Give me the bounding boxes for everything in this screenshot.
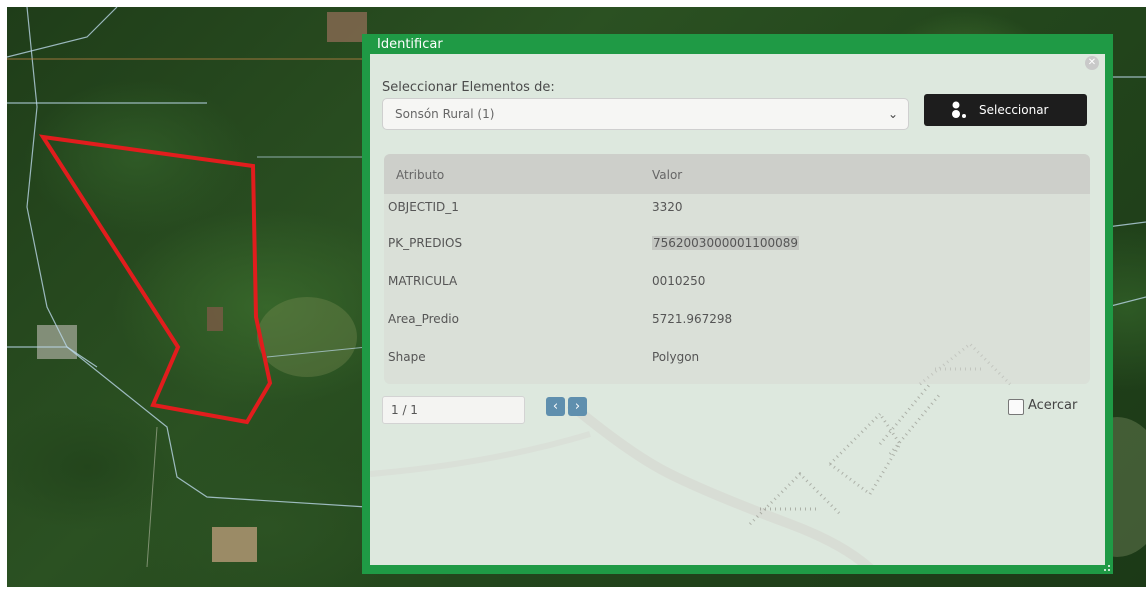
- attribute-name: MATRICULA: [388, 274, 458, 288]
- select-button-label: Seleccionar: [979, 103, 1049, 117]
- attribute-name: PK_PREDIOS: [388, 236, 463, 250]
- column-header-attribute: Atributo: [396, 168, 445, 182]
- selected-parcel-outline[interactable]: [38, 134, 273, 425]
- attribute-value: 5721.967298: [652, 312, 733, 326]
- identify-dialog: Identificar ✕ Seleccionar Elementos de: …: [362, 34, 1113, 574]
- close-icon[interactable]: ✕: [1085, 56, 1099, 70]
- layer-select-value: Sonsón Rural (1): [395, 107, 495, 121]
- attribute-table: Atributo Valor OBJECTID_1 3320 PK_PREDIO…: [384, 154, 1090, 384]
- table-row[interactable]: PK_PREDIOS 7562003000001100089: [384, 230, 1090, 266]
- chevron-down-icon: ⌄: [887, 107, 898, 121]
- table-row[interactable]: OBJECTID_1 3320: [384, 194, 1090, 230]
- chevron-left-icon: ‹: [552, 399, 559, 414]
- previous-page-button[interactable]: ‹: [546, 397, 565, 416]
- attribute-value: 3320: [652, 200, 683, 214]
- building-roof: [37, 325, 77, 359]
- parcel-boundary-line: [26, 7, 368, 508]
- field-clearing: [257, 297, 357, 377]
- attribute-value-selected: 7562003000001100089: [652, 236, 800, 250]
- chevron-right-icon: ›: [574, 399, 581, 414]
- page-indicator-field[interactable]: 1 / 1: [382, 396, 525, 424]
- table-row[interactable]: Shape Polygon: [384, 338, 1090, 374]
- zoom-to-checkbox[interactable]: [1008, 399, 1024, 415]
- table-row[interactable]: Area_Predio 5721.967298: [384, 302, 1090, 338]
- building-roof: [212, 527, 257, 562]
- dialog-title: Identificar: [377, 37, 443, 52]
- next-page-button[interactable]: ›: [568, 397, 587, 416]
- table-header: Atributo Valor: [384, 154, 1090, 194]
- select-button[interactable]: Seleccionar: [924, 94, 1087, 126]
- select-elements-label: Seleccionar Elementos de:: [382, 80, 555, 95]
- building-roof: [207, 307, 223, 331]
- layer-select-dropdown[interactable]: Sonsón Rural (1) ⌄: [382, 98, 909, 130]
- attribute-value: 0010250: [652, 274, 706, 288]
- attribute-name: Shape: [388, 350, 426, 364]
- attribute-name: Area_Predio: [388, 312, 459, 326]
- resize-handle-icon[interactable]: [1103, 564, 1111, 572]
- dialog-body: Seleccionar Elementos de: Sonsón Rural (…: [370, 54, 1105, 565]
- attribute-name: OBJECTID_1: [388, 200, 459, 214]
- page-indicator-value: 1 / 1: [391, 403, 418, 417]
- path-line: [146, 426, 158, 568]
- table-row[interactable]: MATRICULA 0010250: [384, 266, 1090, 302]
- attribute-value: Polygon: [652, 350, 700, 364]
- column-header-value: Valor: [652, 168, 683, 182]
- select-features-icon: [952, 101, 966, 118]
- zoom-to-label: Acercar: [1028, 398, 1078, 413]
- building-roof: [327, 12, 367, 42]
- parcel-boundary-line: [7, 7, 118, 58]
